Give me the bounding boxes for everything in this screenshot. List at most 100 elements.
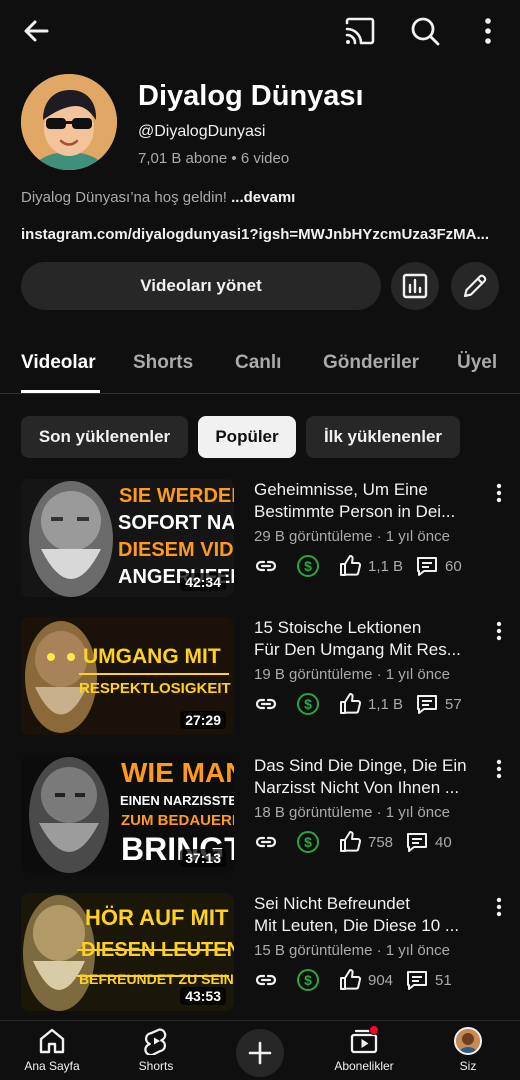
video-item[interactable]: UMGANG MIT RESPEKTLOSIGKEIT 27:29 15 Sto… — [0, 617, 520, 737]
analytics-button[interactable] — [391, 262, 439, 310]
channel-avatar — [21, 74, 117, 170]
video-item[interactable]: HÖR AUF MIT DIESEN LEUTEN BEFREUNDET ZU … — [0, 893, 520, 1013]
video-duration: 43:53 — [180, 987, 226, 1005]
video-duration: 42:34 — [180, 573, 226, 591]
video-title-line: 15 Stoische Lektionen — [254, 618, 422, 637]
manage-videos-button[interactable]: Videoları yönet — [21, 262, 381, 310]
comment-icon — [417, 695, 438, 714]
plus-icon — [248, 1041, 272, 1065]
channel-external-link[interactable]: instagram.com/diyalogdunyasi1?igsh=MWJnb… — [21, 226, 499, 243]
more-vert-icon[interactable] — [474, 14, 502, 48]
nav-home[interactable]: Ana Sayfa — [7, 1027, 97, 1073]
nav-subscriptions-label: Abonelikler — [334, 1059, 394, 1073]
video-meta: 15 B görüntüleme · 1 yıl önce — [254, 942, 450, 959]
tab-uyelik[interactable]: Üyel — [457, 352, 497, 374]
video-title-line: Bestimmte Person in Dei... — [254, 502, 456, 521]
monetization-icon: $ — [297, 555, 319, 577]
video-stats: $ 904 51 — [254, 968, 464, 992]
thumbnail-caption: DIESEN LEUTEN — [81, 939, 234, 961]
video-title-line: Geheimnisse, Um Eine — [254, 480, 428, 499]
video-title[interactable]: Sei Nicht Befreundet Mit Leuten, Die Die… — [254, 893, 482, 937]
bottom-navigation: Ana Sayfa Shorts Abonelikler Siz — [0, 1020, 520, 1080]
chip-son-yuklenenler[interactable]: Son yüklenenler — [21, 416, 188, 458]
video-more-icon[interactable] — [490, 619, 508, 643]
thumbnail-caption: HÖR AUF MIT — [85, 905, 229, 930]
video-more-icon[interactable] — [490, 481, 508, 505]
edit-channel-button[interactable] — [451, 262, 499, 310]
comment-icon — [417, 557, 438, 576]
video-title-line: Das Sind Die Dinge, Die Ein — [254, 756, 467, 775]
nav-you-label: Siz — [459, 1059, 477, 1073]
monetization-icon: $ — [297, 969, 319, 991]
comment-count: 60 — [445, 557, 462, 575]
thumbnail-caption: DIESEM VIDEO — [118, 539, 234, 561]
video-more-icon[interactable] — [490, 895, 508, 919]
video-title-line: Sei Nicht Befreundet — [254, 894, 410, 913]
user-avatar — [454, 1027, 482, 1055]
notification-dot — [369, 1025, 379, 1035]
link-icon — [255, 974, 277, 986]
video-item[interactable]: WIE MAN EINEN NARZISSTEN ZUM BEDAUERN BR… — [0, 755, 520, 875]
video-thumbnail[interactable]: HÖR AUF MIT DIESEN LEUTEN BEFREUNDET ZU … — [21, 893, 234, 1011]
like-count: 1,1 B — [368, 557, 404, 575]
video-stats: $ 1,1 B 57 — [254, 692, 474, 716]
video-thumbnail[interactable]: SIE WERDEN SOFORT NACH DIESEM VIDEO ANGE… — [21, 479, 234, 597]
svg-text:$: $ — [304, 834, 312, 850]
link-icon — [255, 836, 277, 848]
chip-ilk-yuklenenler[interactable]: İlk yüklenenler — [306, 416, 460, 458]
nav-shorts[interactable]: Shorts — [111, 1027, 201, 1073]
video-title-line: Narzisst Nicht Von Ihnen ... — [254, 778, 460, 797]
nav-home-label: Ana Sayfa — [24, 1059, 80, 1073]
video-title-line: Mit Leuten, Die Diese 10 ... — [254, 916, 460, 935]
video-title-line: Für Den Umgang Mit Res... — [254, 640, 461, 659]
svg-text:$: $ — [304, 558, 312, 574]
like-icon — [340, 555, 362, 576]
monetization-icon: $ — [297, 831, 319, 853]
like-count: 904 — [368, 971, 394, 989]
chip-populer[interactable]: Popüler — [198, 416, 296, 458]
thumbnail-caption: EINEN NARZISSTEN — [120, 793, 234, 808]
channel-handle: @DiyalogDunyasi — [138, 123, 266, 140]
monetization-icon: $ — [297, 693, 319, 715]
channel-description[interactable]: Diyalog Dünyası’na hoş geldin! ...devamı — [21, 189, 295, 206]
analytics-icon — [402, 273, 428, 299]
video-stats: $ 758 40 — [254, 830, 464, 854]
thumbnail-caption: BEFREUNDET ZU SEIN — [79, 971, 234, 987]
pencil-icon — [463, 274, 487, 298]
thumbnail-caption: SIE WERDEN — [119, 485, 234, 507]
channel-name: Diyalog Dünyası — [138, 80, 364, 112]
nav-subscriptions[interactable]: Abonelikler — [319, 1025, 409, 1073]
video-item[interactable]: SIE WERDEN SOFORT NACH DIESEM VIDEO ANGE… — [0, 479, 520, 599]
like-icon — [340, 693, 362, 714]
video-thumbnail[interactable]: UMGANG MIT RESPEKTLOSIGKEIT 27:29 — [21, 617, 234, 735]
cast-icon[interactable] — [343, 14, 377, 48]
like-icon — [340, 969, 362, 990]
svg-text:$: $ — [304, 696, 312, 712]
back-arrow-icon[interactable] — [20, 14, 54, 48]
thumbnail-caption: UMGANG MIT — [83, 645, 221, 668]
shorts-icon — [144, 1028, 167, 1055]
video-title[interactable]: Das Sind Die Dinge, Die Ein Narzisst Nic… — [254, 755, 482, 799]
home-icon — [39, 1028, 65, 1054]
svg-text:$: $ — [304, 972, 312, 988]
channel-stats: 7,01 B abone • 6 video — [138, 150, 290, 167]
tab-shorts[interactable]: Shorts — [133, 352, 193, 374]
thumbnail-caption: ZUM BEDAUERN — [121, 812, 234, 829]
link-icon — [255, 560, 277, 572]
create-button[interactable] — [236, 1029, 284, 1077]
video-title[interactable]: Geheimnisse, Um Eine Bestimmte Person in… — [254, 479, 482, 523]
tab-gonderiler[interactable]: Gönderiler — [323, 352, 419, 374]
nav-you[interactable]: Siz — [423, 1027, 513, 1073]
tab-canli[interactable]: Canlı — [235, 352, 281, 374]
tab-videolar[interactable]: Videolar — [21, 352, 96, 374]
comment-icon — [407, 833, 428, 852]
description-text: Diyalog Dünyası’na hoş geldin! — [21, 189, 232, 206]
video-more-icon[interactable] — [490, 757, 508, 781]
comment-count: 51 — [435, 971, 452, 989]
comment-count: 57 — [445, 695, 462, 713]
video-thumbnail[interactable]: WIE MAN EINEN NARZISSTEN ZUM BEDAUERN BR… — [21, 755, 234, 873]
search-icon[interactable] — [407, 13, 443, 49]
video-title[interactable]: 15 Stoische Lektionen Für Den Umgang Mit… — [254, 617, 482, 661]
description-more-link[interactable]: ...devamı — [231, 189, 295, 206]
link-icon — [255, 698, 277, 710]
